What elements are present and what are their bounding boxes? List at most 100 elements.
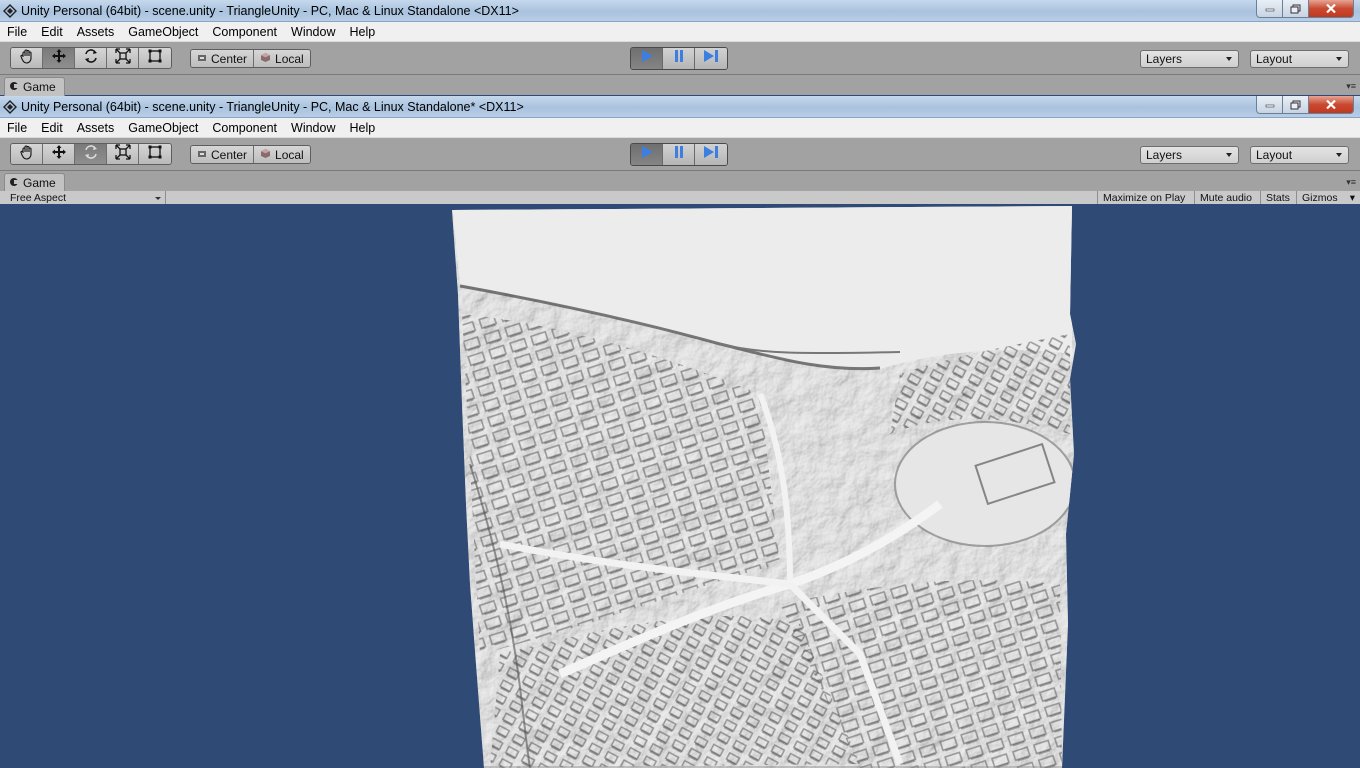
main-toolbar: Center Local Layers Layout [0, 42, 1360, 75]
chevron-down-icon [155, 197, 161, 200]
menu-gameobject[interactable]: GameObject [121, 25, 205, 39]
chevron-down-icon [1226, 153, 1232, 157]
chevron-down-icon [1226, 57, 1232, 61]
hand-tool-button[interactable] [11, 48, 43, 68]
pause-icon [672, 49, 686, 68]
pivot-mode-label: Center [211, 147, 248, 162]
menu-edit[interactable]: Edit [34, 25, 70, 39]
menu-bar: File Edit Assets GameObject Component Wi… [0, 118, 1360, 138]
restore-button[interactable] [1283, 96, 1309, 114]
rect-tool-button[interactable] [139, 144, 171, 164]
menu-assets[interactable]: Assets [70, 121, 122, 135]
menu-assets[interactable]: Assets [70, 25, 122, 39]
tab-menu-icon[interactable]: ▾≡ [1346, 81, 1356, 92]
title-bar[interactable]: Unity Personal (64bit) - scene.unity - T… [0, 96, 1360, 118]
move-tool-button[interactable] [43, 48, 75, 68]
transform-tools [10, 47, 172, 69]
step-icon [703, 49, 719, 68]
chevron-down-icon [1336, 153, 1342, 157]
center-icon [197, 52, 207, 66]
pivot-toggles: Center Local [190, 49, 311, 68]
close-button[interactable] [1309, 0, 1354, 18]
window-title: Unity Personal (64bit) - scene.unity - T… [21, 3, 519, 18]
menu-edit[interactable]: Edit [34, 121, 70, 135]
layers-dropdown[interactable]: Layers [1140, 146, 1239, 164]
tab-game-label: Game [23, 79, 56, 94]
restore-button[interactable] [1283, 0, 1309, 18]
menu-help[interactable]: Help [342, 25, 382, 39]
game-controller-icon [9, 80, 19, 94]
aspect-label: Free Aspect [10, 192, 67, 204]
play-controls [630, 143, 728, 166]
game-tab-bar: Game ▾≡ [0, 75, 1360, 96]
close-button[interactable] [1309, 96, 1354, 114]
rect-icon [147, 48, 163, 68]
pause-button[interactable] [663, 144, 695, 165]
step-button[interactable] [695, 48, 727, 69]
minimize-button[interactable] [1256, 96, 1283, 114]
minimize-button[interactable] [1256, 0, 1283, 18]
menu-window[interactable]: Window [284, 25, 342, 39]
pivot-mode-button[interactable]: Center [191, 50, 254, 67]
pivot-mode-button[interactable]: Center [191, 146, 254, 163]
rotate-tool-button[interactable] [75, 48, 107, 68]
hand-icon [19, 144, 35, 164]
move-icon [51, 144, 67, 164]
pivot-rotation-label: Local [275, 147, 304, 162]
play-icon [640, 145, 654, 164]
layout-dropdown[interactable]: Layout [1250, 50, 1349, 68]
chevron-down-icon [1336, 57, 1342, 61]
pause-button[interactable] [663, 48, 695, 69]
rect-tool-button[interactable] [139, 48, 171, 68]
title-bar[interactable]: Unity Personal (64bit) - scene.unity - T… [0, 0, 1360, 22]
layers-label: Layers [1146, 148, 1183, 162]
scale-icon [114, 48, 131, 68]
unity-logo-icon [2, 3, 18, 19]
cube-icon [260, 148, 271, 162]
game-controller-icon [9, 176, 19, 190]
hand-icon [19, 48, 35, 68]
rect-icon [147, 144, 163, 164]
layout-dropdown[interactable]: Layout [1250, 146, 1349, 164]
pause-icon [672, 145, 686, 164]
rotate-icon [83, 144, 99, 164]
game-viewport[interactable] [0, 204, 1360, 768]
step-icon [703, 145, 719, 164]
scale-tool-button[interactable] [107, 48, 139, 68]
tab-menu-icon[interactable]: ▾≡ [1346, 177, 1356, 188]
play-button[interactable] [631, 48, 663, 69]
scale-tool-button[interactable] [107, 144, 139, 164]
unity-window-background: Unity Personal (64bit) - scene.unity - T… [0, 0, 1360, 96]
unity-window: Unity Personal (64bit) - scene.unity - T… [0, 96, 1360, 768]
center-icon [197, 148, 207, 162]
play-icon [640, 49, 654, 68]
play-button[interactable] [631, 144, 663, 165]
tab-game[interactable]: Game [4, 76, 65, 96]
scale-icon [114, 144, 131, 164]
pivot-rotation-button[interactable]: Local [253, 146, 310, 163]
menu-component[interactable]: Component [205, 25, 284, 39]
rotate-icon [83, 48, 99, 68]
terrain-heightmap-render [452, 206, 1076, 768]
menu-component[interactable]: Component [205, 121, 284, 135]
menu-file[interactable]: File [0, 121, 34, 135]
window-title: Unity Personal (64bit) - scene.unity - T… [21, 99, 524, 114]
step-button[interactable] [695, 144, 727, 165]
rotate-tool-button[interactable] [75, 144, 107, 164]
menu-bar: File Edit Assets GameObject Component Wi… [0, 22, 1360, 42]
menu-window[interactable]: Window [284, 121, 342, 135]
pivot-rotation-button[interactable]: Local [253, 50, 310, 67]
pivot-toggles: Center Local [190, 145, 311, 164]
menu-gameobject[interactable]: GameObject [121, 121, 205, 135]
menu-file[interactable]: File [0, 25, 34, 39]
menu-help[interactable]: Help [342, 121, 382, 135]
pivot-rotation-label: Local [275, 51, 304, 66]
tab-game-label: Game [23, 175, 56, 190]
hand-tool-button[interactable] [11, 144, 43, 164]
game-tab-bar: Game ▾≡ [0, 171, 1360, 192]
move-tool-button[interactable] [43, 144, 75, 164]
tab-game[interactable]: Game [4, 172, 65, 192]
layers-dropdown[interactable]: Layers [1140, 50, 1239, 68]
move-icon [51, 48, 67, 68]
layout-label: Layout [1256, 148, 1293, 162]
